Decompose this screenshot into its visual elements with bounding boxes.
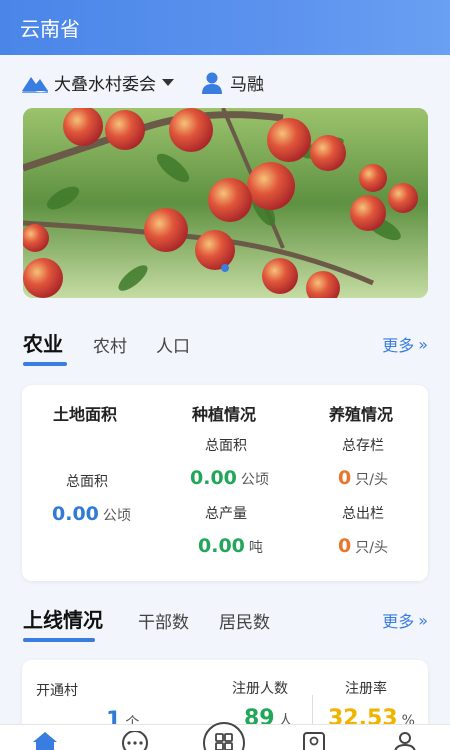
tab-agriculture[interactable]: 农业 (23, 328, 63, 357)
double-chevron-right-icon: » (418, 334, 428, 354)
contacts-icon[interactable] (300, 731, 328, 750)
person-icon (202, 72, 222, 94)
more-label: 更多 (382, 336, 415, 355)
bottom-nav (0, 721, 450, 750)
chevron-down-icon (162, 79, 174, 86)
village-name: 大叠水村委会 (54, 75, 156, 95)
register-rate-label: 注册率 (345, 681, 387, 697)
village-selector[interactable]: 大叠水村委会 (22, 70, 174, 95)
profile-icon[interactable] (392, 731, 418, 750)
tab-online-status[interactable]: 上线情况 (23, 604, 103, 633)
livestock-stock-value: 0 只/头 (338, 467, 388, 489)
tab-underline (23, 362, 67, 366)
banner-image[interactable] (23, 108, 428, 298)
agriculture-card: 土地面积 总面积 0.00 公顷 种植情况 总面积 0.00 公顷 总产量 0.… (22, 385, 428, 581)
tab-cadres[interactable]: 干部数 (138, 608, 189, 633)
livestock-out-value: 0 只/头 (338, 535, 388, 557)
planting-title: 种植情况 (192, 405, 257, 424)
mountain-icon (22, 76, 48, 93)
land-total-value: 0.00 公顷 (52, 503, 131, 525)
planting-area-value: 0.00 公顷 (190, 467, 269, 489)
planting-output-value: 0.00 吨 (198, 535, 263, 557)
home-icon[interactable] (32, 731, 58, 750)
tab-countryside[interactable]: 农村 (93, 332, 127, 357)
chat-icon[interactable] (120, 731, 150, 750)
tab-residents[interactable]: 居民数 (219, 608, 270, 633)
agri-tabs: 农业 农村 人口 更多 » (0, 322, 450, 370)
breeding-title: 养殖情况 (329, 405, 394, 424)
land-area-title: 土地面积 (53, 405, 118, 424)
selector-row: 大叠水村委会 马融 (0, 62, 450, 102)
planting-area-label: 总面积 (205, 438, 247, 454)
livestock-stock-label: 总存栏 (342, 438, 384, 454)
more-link[interactable]: 更多 » (382, 332, 428, 356)
double-chevron-right-icon: » (418, 610, 428, 630)
peach-tree-image (23, 108, 428, 298)
app-header: 云南省 (0, 0, 450, 55)
online-tabs: 上线情况 干部数 居民数 更多 » (0, 598, 450, 646)
more-link[interactable]: 更多 » (382, 608, 428, 632)
land-total-label: 总面积 (66, 474, 108, 490)
user-info[interactable]: 马融 (202, 70, 264, 95)
planting-output-label: 总产量 (205, 506, 247, 522)
registered-label: 注册人数 (232, 681, 288, 697)
livestock-out-label: 总出栏 (342, 506, 384, 522)
tab-population[interactable]: 人口 (156, 332, 190, 357)
user-name: 马融 (230, 75, 264, 95)
more-label: 更多 (382, 612, 415, 631)
page-title: 云南省 (20, 17, 80, 41)
tab-underline (23, 638, 95, 642)
opened-village-label: 开通村 (36, 683, 78, 699)
grid-icon[interactable] (202, 721, 246, 750)
